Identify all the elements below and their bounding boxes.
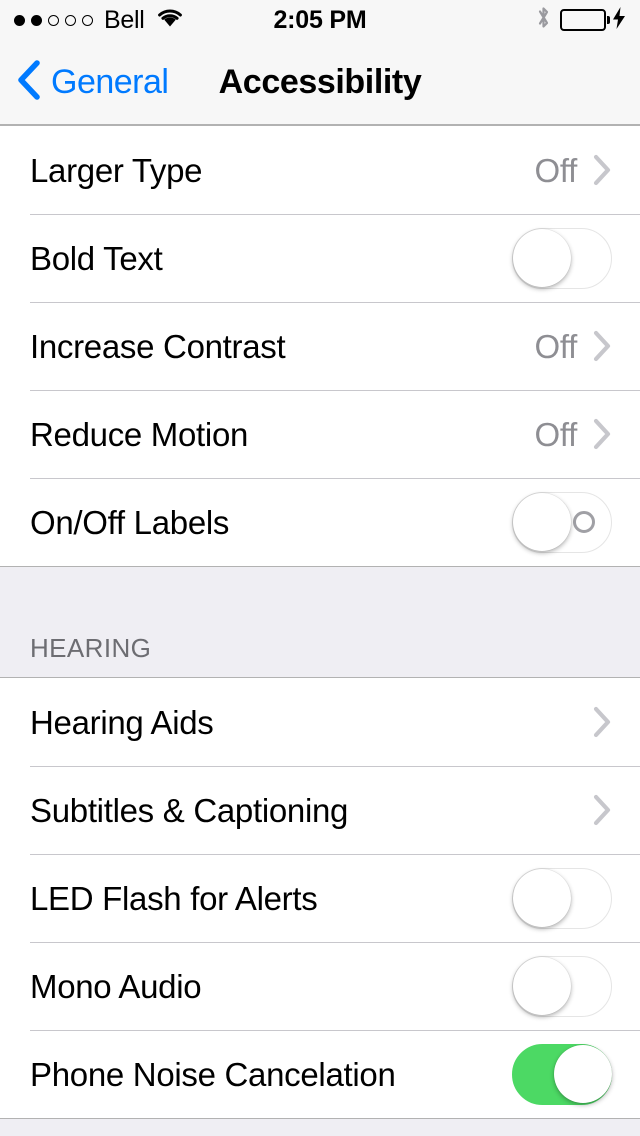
row-label: Hearing Aids [30,703,214,741]
page-title-text: Accessibility [218,62,422,101]
back-button-label: General [51,63,169,101]
iphone-screen: Bell 2:05 PM General Accessibility Large… [0,0,640,1136]
row-value: Off [534,327,577,365]
row-accessory: Off [534,330,612,363]
bluetooth-icon [536,5,551,35]
row-increase-contrast[interactable]: Increase Contrast Off [0,302,640,390]
chevron-left-icon [16,59,42,106]
settings-group: Larger Type Off Bold Text Increase Contrast… [0,125,640,567]
row-accessory [512,1043,612,1105]
row-bold-text[interactable]: Bold Text [0,214,640,302]
row-on-off-labels[interactable]: On/Off Labels [0,478,640,566]
row-label: LED Flash for Alerts [30,879,318,917]
clock-label: 2:05 PM [273,5,367,34]
battery-body [560,9,606,31]
battery-cap [607,16,610,24]
signal-dot-filled [31,14,42,26]
toggle-knob [512,868,571,927]
chevron-right-icon [593,418,611,450]
battery-icon [560,6,626,34]
row-label: Phone Noise Cancelation [30,1055,396,1093]
navigation-bar: General Accessibility [0,40,640,125]
status-bar: Bell 2:05 PM [0,0,640,40]
toggle-mono-audio[interactable] [512,955,612,1017]
row-mono-audio[interactable]: Mono Audio [0,942,640,1030]
charging-bolt-icon [612,6,626,34]
row-label: Bold Text [30,239,163,277]
toggle-knob [512,956,571,1015]
toggle-on-off-labels[interactable] [512,491,612,553]
row-accessory [593,794,612,826]
toggle-bold-text[interactable] [512,227,612,289]
row-accessory [512,955,612,1017]
row-label: Increase Contrast [30,327,286,365]
section-header-hearing: HEARING [0,567,640,677]
row-value: Off [534,415,577,453]
row-label: On/Off Labels [30,503,230,541]
row-subtitles-captioning[interactable]: Subtitles & Captioning [0,766,640,854]
settings-group: Hearing Aids Subtitles & Captioning LED Fl… [0,677,640,1119]
row-label: Mono Audio [30,967,202,1005]
row-accessory: Off [534,154,612,187]
row-label: Larger Type [30,151,203,189]
toggle-knob [512,492,571,551]
toggle-off-label-icon [573,511,595,533]
signal-dot-filled [14,14,25,26]
row-label: Subtitles & Captioning [30,791,349,829]
row-accessory: Off [534,418,612,451]
status-bar-right [536,5,626,35]
row-led-flash-for-alerts[interactable]: LED Flash for Alerts [0,854,640,942]
chevron-right-icon [593,706,611,738]
row-value: Off [534,151,577,189]
carrier-label: Bell [104,5,145,34]
signal-dot-empty [82,14,93,26]
row-hearing-aids[interactable]: Hearing Aids [0,678,640,766]
row-label: Reduce Motion [30,415,249,453]
wifi-icon [156,7,184,33]
status-bar-left: Bell [14,7,184,33]
toggle-knob [512,228,571,287]
row-accessory [512,227,612,289]
toggle-phone-noise-cancelation[interactable] [512,1043,612,1105]
chevron-right-icon [593,330,611,362]
back-button[interactable]: General [0,59,169,106]
row-phone-noise-cancelation[interactable]: Phone Noise Cancelation [0,1030,640,1118]
toggle-knob [553,1044,612,1103]
row-accessory [512,867,612,929]
row-reduce-motion[interactable]: Reduce Motion Off [0,390,640,478]
signal-dot-empty [48,14,59,26]
row-accessory [593,706,612,738]
settings-list: Larger Type Off Bold Text Increase Contrast… [0,125,640,1119]
section-footer: Noise cancelation reduces ambient noise … [0,1119,640,1136]
chevron-right-icon [593,794,611,826]
chevron-right-icon [593,154,611,186]
row-accessory [512,491,612,553]
section-header-label: HEARING [30,633,152,663]
row-larger-type[interactable]: Larger Type Off [0,126,640,214]
cellular-signal-icon [14,14,93,26]
signal-dot-empty [65,14,76,26]
toggle-led-flash-for-alerts[interactable] [512,867,612,929]
